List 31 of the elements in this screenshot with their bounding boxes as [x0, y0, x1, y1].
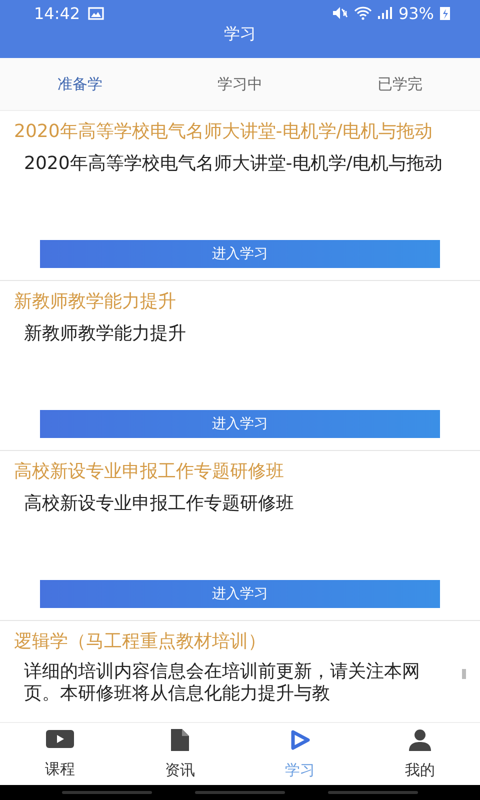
nav-tab[interactable]: 我的	[360, 723, 480, 785]
nav-tab[interactable]: 资讯	[120, 723, 240, 785]
tab[interactable]: 学习中	[200, 58, 280, 110]
course-title[interactable]: 逻辑学（马工程重点教材培训）	[14, 629, 466, 655]
scrollbar	[462, 669, 466, 679]
course-description: 高校新设专业申报工作专题研修班	[24, 492, 295, 516]
clock-time: 14:42	[34, 4, 80, 22]
mute-icon	[332, 6, 348, 20]
course-title[interactable]: 2020年高等学校电气名师大讲堂-电机学/电机与拖动	[14, 119, 466, 145]
play-icon	[289, 728, 311, 750]
wifi-icon	[354, 6, 372, 20]
image-icon	[88, 6, 104, 20]
nav-tab[interactable]: 课程	[0, 723, 120, 785]
enter-study-button[interactable]: 进入学习	[40, 580, 440, 608]
course-title[interactable]: 高校新设专业申报工作专题研修班	[14, 459, 466, 485]
document-icon	[171, 728, 189, 750]
enter-study-button[interactable]: 进入学习	[40, 240, 440, 268]
person-icon	[409, 728, 431, 750]
battery-icon	[440, 6, 450, 20]
signal-icon	[378, 7, 392, 19]
course-description: 2020年高等学校电气名师大讲堂-电机学/电机与拖动	[24, 152, 444, 176]
video-icon	[46, 730, 74, 750]
tab[interactable]: 已学完	[360, 58, 440, 110]
course-description: 详细的培训内容信息会在培训前更新，请关注本网页。本研修班将从信息化能力提升与教	[24, 661, 421, 705]
page-title: 学习	[224, 24, 256, 43]
tab[interactable]: 准备学	[40, 58, 120, 110]
nav-tab[interactable]: 学习	[240, 723, 360, 785]
course-title[interactable]: 新教师教学能力提升	[14, 289, 466, 315]
battery-percent: 93%	[398, 4, 434, 22]
enter-study-button[interactable]: 进入学习	[40, 410, 440, 438]
course-description: 新教师教学能力提升	[24, 322, 187, 346]
